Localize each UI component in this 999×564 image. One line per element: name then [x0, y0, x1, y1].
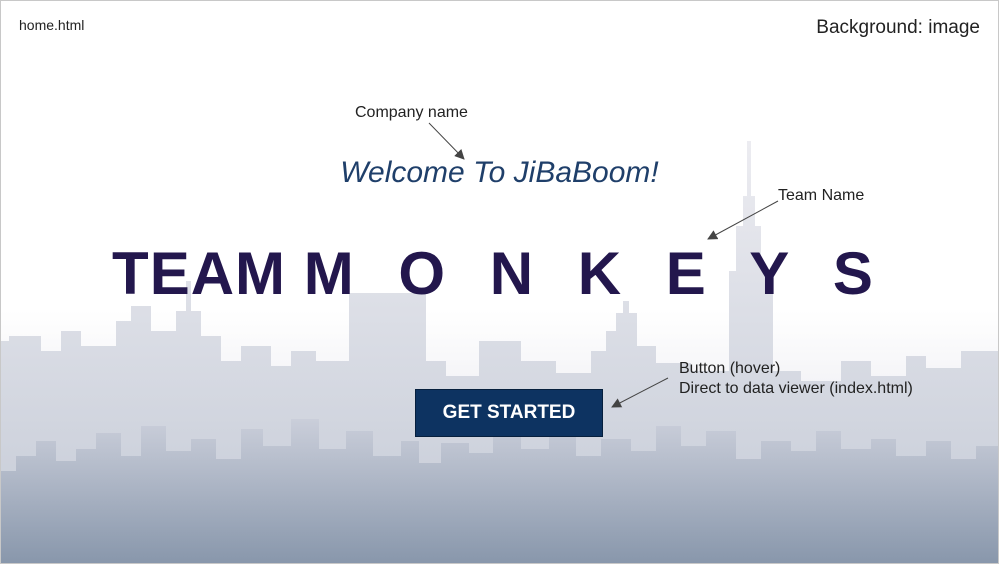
- annotation-button: Button (hover) Direct to data viewer (in…: [679, 359, 913, 399]
- background-note-label: Background: image: [816, 17, 980, 38]
- annotation-button-line-2: Direct to data viewer (index.html): [679, 380, 913, 397]
- annotation-company-name: Company name: [355, 104, 468, 121]
- wireframe-canvas: home.html Background: image Welcome To J…: [0, 0, 999, 564]
- file-name-label: home.html: [19, 17, 85, 33]
- annotation-button-line-1: Button (hover): [679, 360, 781, 377]
- get-started-button[interactable]: GET STARTED: [415, 389, 603, 437]
- team-name-word-team: TEAM: [112, 240, 287, 307]
- team-name-word-monkeys: M O N K E Y S: [303, 240, 887, 307]
- annotation-team-name: Team Name: [778, 187, 865, 204]
- company-welcome-heading: Welcome To JiBaBoom!: [340, 156, 659, 189]
- team-name-heading: TEAM M O N K E Y S: [1, 239, 998, 308]
